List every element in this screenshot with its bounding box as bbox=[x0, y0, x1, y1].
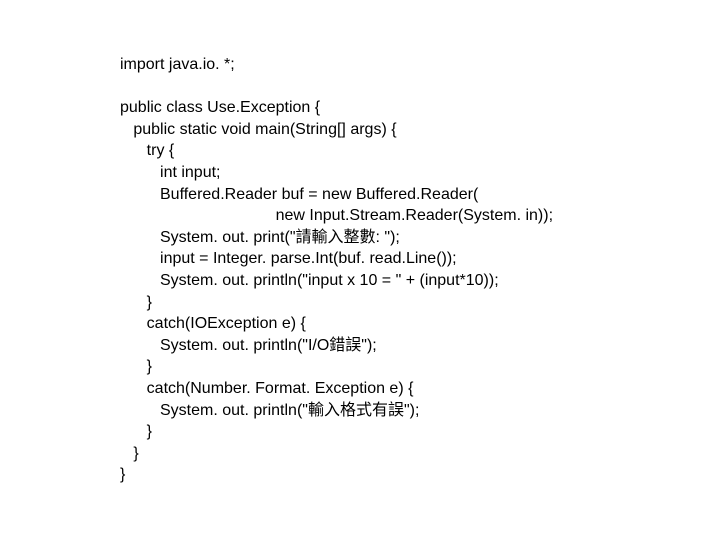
code-line: catch(IOException e) { bbox=[120, 315, 306, 332]
code-line: new Input.Stream.Reader(System. in)); bbox=[120, 207, 553, 224]
code-line: catch(Number. Format. Exception e) { bbox=[120, 380, 413, 397]
code-line: System. out. println("輸入格式有誤"); bbox=[120, 402, 419, 419]
code-line: } bbox=[120, 358, 152, 375]
code-line: input = Integer. parse.Int(buf. read.Lin… bbox=[120, 250, 457, 267]
code-line: } bbox=[120, 466, 125, 483]
code-line: } bbox=[120, 294, 152, 311]
code-line: import java.io. *; bbox=[120, 56, 235, 73]
code-line: public static void main(String[] args) { bbox=[120, 121, 397, 138]
code-line: System. out. println("input x 10 = " + (… bbox=[120, 272, 499, 289]
code-line: } bbox=[120, 423, 152, 440]
code-line: public class Use.Exception { bbox=[120, 99, 320, 116]
code-line: try { bbox=[120, 142, 174, 159]
code-line: System. out. print("請輸入整數: "); bbox=[120, 229, 400, 246]
code-line: int input; bbox=[120, 164, 221, 181]
code-line: } bbox=[120, 445, 139, 462]
code-line: System. out. println("I/O錯誤"); bbox=[120, 337, 377, 354]
code-line: Buffered.Reader buf = new Buffered.Reade… bbox=[120, 186, 478, 203]
code-block: import java.io. *; public class Use.Exce… bbox=[120, 54, 553, 486]
